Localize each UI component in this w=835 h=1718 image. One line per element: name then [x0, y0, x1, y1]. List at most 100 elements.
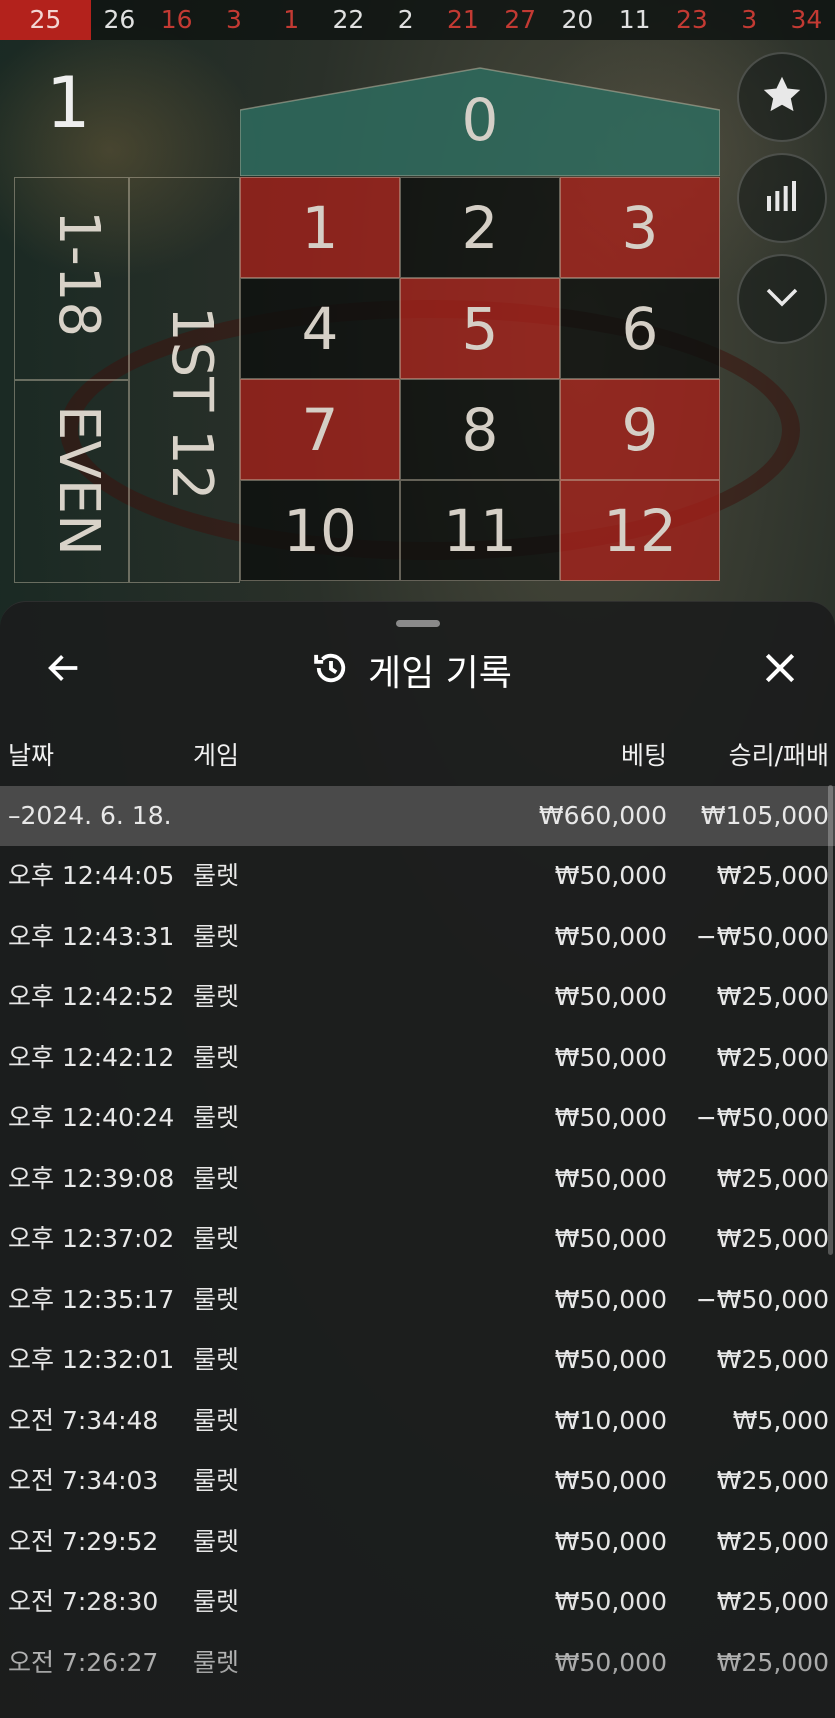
- row-game: 룰렛: [193, 921, 240, 951]
- table-row[interactable]: 오후 12:43:31 룰렛 ₩50,000 −₩50,000: [0, 907, 835, 968]
- row-game: 룰렛: [193, 1284, 240, 1314]
- row-bet: ₩50,000: [554, 1224, 667, 1253]
- bet-number-cell[interactable]: 10: [240, 480, 400, 581]
- bet-1-18[interactable]: 1-18: [14, 177, 129, 380]
- table-row[interactable]: 오전 7:34:03 룰렛 ₩50,000 ₩25,000: [0, 1451, 835, 1512]
- row-game: 룰렛: [193, 1526, 240, 1556]
- page-title: 게임 기록: [368, 653, 512, 694]
- row-bet: ₩50,000: [554, 1526, 667, 1556]
- row-time: 오후 12:42:52: [8, 982, 175, 1011]
- row-game: 룰렛: [193, 1587, 240, 1616]
- row-winloss: ₩25,000: [716, 1466, 829, 1495]
- sheet-drag-handle[interactable]: [396, 620, 440, 627]
- table-row[interactable]: 오전 7:26:27 룰렛 ₩50,000 ₩25,000: [0, 1633, 835, 1694]
- bet-number-cell[interactable]: 8: [400, 379, 560, 480]
- row-time: 오후 12:39:08: [8, 1163, 175, 1193]
- bet-1-18-label: 1-18: [46, 210, 111, 338]
- history-number: 34: [790, 5, 823, 34]
- bet-number-cell[interactable]: 7: [240, 379, 400, 480]
- date-group-row[interactable]: –2024. 6. 18. ₩660,000 ₩105,000: [0, 786, 835, 846]
- table-row[interactable]: 오후 12:39:08 룰렛 ₩50,000 ₩25,000: [0, 1149, 835, 1210]
- bet-number-cell[interactable]: 4: [240, 278, 400, 379]
- row-time: 오전 7:28:30: [8, 1587, 159, 1616]
- close-button[interactable]: [754, 644, 806, 696]
- favorites-button[interactable]: [737, 52, 827, 142]
- table-row[interactable]: 오전 7:34:48 룰렛 ₩10,000 ₩5,000: [0, 1391, 835, 1452]
- row-winloss: −₩50,000: [695, 1284, 829, 1314]
- row-time: 오전 7:34:48: [8, 1405, 159, 1435]
- bet-1st-12[interactable]: 1ST 12: [129, 177, 240, 583]
- row-bet: ₩50,000: [554, 921, 667, 951]
- row-winloss: ₩25,000: [716, 1345, 829, 1374]
- history-icon: [310, 647, 352, 693]
- round-indicator: 1: [46, 62, 91, 144]
- bet-number-cell[interactable]: 3: [560, 177, 720, 278]
- table-row[interactable]: 오후 12:40:24 룰렛 ₩50,000 −₩50,000: [0, 1088, 835, 1149]
- row-winloss: ₩25,000: [716, 1163, 829, 1193]
- table-row[interactable]: 오전 7:29:52 룰렛 ₩50,000 ₩25,000: [0, 1512, 835, 1573]
- row-time: 오전 7:29:52: [8, 1526, 159, 1556]
- sheet-title-group: 게임 기록: [310, 642, 512, 698]
- row-winloss: ₩5,000: [732, 1405, 829, 1435]
- table-row[interactable]: 오후 12:35:17 룰렛 ₩50,000 −₩50,000: [0, 1270, 835, 1331]
- column-header-game[interactable]: 게임: [193, 736, 239, 772]
- row-bet: ₩50,000: [554, 982, 667, 1011]
- table-row[interactable]: 오후 12:42:12 룰렛 ₩50,000 ₩25,000: [0, 1028, 835, 1089]
- bet-number-cell[interactable]: 2: [400, 177, 560, 278]
- scrollbar[interactable]: [828, 785, 833, 1255]
- bet-number-cell[interactable]: 11: [400, 480, 560, 581]
- row-winloss: ₩25,000: [716, 1224, 829, 1253]
- history-number: 21: [447, 5, 479, 34]
- row-bet: ₩50,000: [554, 1345, 667, 1374]
- row-bet: ₩50,000: [554, 1042, 667, 1072]
- collapse-button[interactable]: [737, 254, 827, 344]
- group-date: –2024. 6. 18.: [8, 801, 172, 830]
- back-button[interactable]: [38, 644, 90, 696]
- history-number: 16: [160, 5, 193, 34]
- row-game: 룰렛: [193, 1224, 240, 1253]
- bet-number-cell[interactable]: 6: [560, 278, 720, 379]
- row-time: 오후 12:40:24: [8, 1103, 175, 1132]
- row-bet: ₩50,000: [554, 861, 667, 890]
- row-winloss: ₩25,000: [716, 1526, 829, 1556]
- row-game: 룰렛: [193, 1466, 240, 1495]
- bet-1st-12-label: 1ST 12: [159, 306, 224, 501]
- row-bet: ₩50,000: [554, 1466, 667, 1495]
- bet-number-cell[interactable]: 9: [560, 379, 720, 480]
- group-bet-total: ₩660,000: [538, 801, 667, 830]
- row-game: 룰렛: [193, 1405, 240, 1435]
- row-winloss: ₩25,000: [716, 982, 829, 1011]
- arrow-left-icon: [44, 648, 84, 692]
- bet-number-cell[interactable]: 12: [560, 480, 720, 581]
- zero-label: 0: [461, 86, 499, 154]
- column-header-date[interactable]: 날짜: [8, 736, 54, 772]
- row-time: 오후 12:44:05: [8, 861, 175, 890]
- row-time: 오후 12:35:17: [8, 1284, 175, 1314]
- table-row[interactable]: 오후 12:42:52 룰렛 ₩50,000 ₩25,000: [0, 967, 835, 1028]
- table-row[interactable]: 오후 12:32:01 룰렛 ₩50,000 ₩25,000: [0, 1330, 835, 1391]
- row-time: 오후 12:32:01: [8, 1345, 175, 1374]
- history-number: 3: [741, 5, 758, 34]
- column-header-winloss[interactable]: 승리/패배: [729, 736, 829, 772]
- table-row[interactable]: 오후 12:44:05 룰렛 ₩50,000 ₩25,000: [0, 846, 835, 907]
- row-time: 오후 12:42:12: [8, 1042, 175, 1072]
- stats-icon: [762, 176, 802, 220]
- row-winloss: ₩25,000: [716, 1042, 829, 1072]
- table-row[interactable]: 오전 7:28:30 룰렛 ₩50,000 ₩25,000: [0, 1572, 835, 1633]
- row-game: 룰렛: [193, 1042, 240, 1072]
- table-row[interactable]: 오후 12:37:02 룰렛 ₩50,000 ₩25,000: [0, 1209, 835, 1270]
- row-winloss: ₩25,000: [716, 1647, 829, 1677]
- bet-number-cell[interactable]: 5: [400, 278, 560, 379]
- row-winloss: −₩50,000: [695, 1103, 829, 1132]
- bet-number-cell[interactable]: 1: [240, 177, 400, 278]
- row-bet: ₩50,000: [554, 1103, 667, 1132]
- statistics-button[interactable]: [737, 153, 827, 243]
- column-header-bet[interactable]: 베팅: [621, 736, 667, 772]
- bet-even[interactable]: EVEN: [14, 380, 129, 583]
- bet-zero[interactable]: 0: [240, 66, 720, 176]
- row-bet: ₩50,000: [554, 1587, 667, 1616]
- history-number: 20: [561, 5, 594, 34]
- chevron-down-icon: [761, 276, 803, 322]
- row-game: 룰렛: [193, 1647, 240, 1677]
- row-bet: ₩50,000: [554, 1647, 667, 1677]
